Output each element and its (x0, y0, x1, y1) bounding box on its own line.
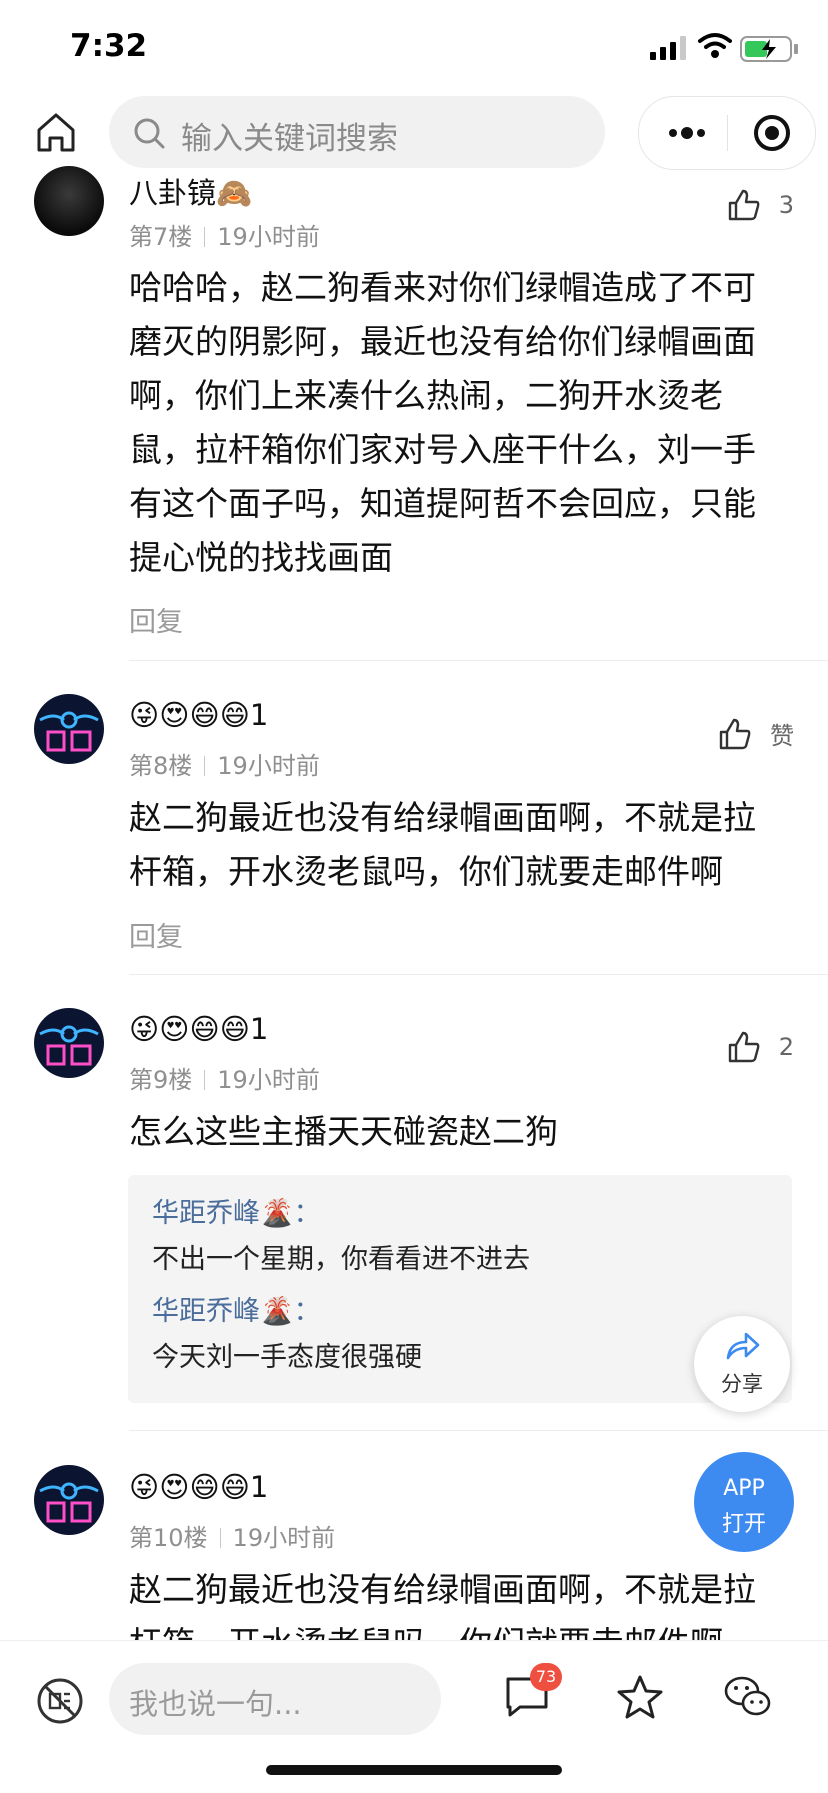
star-icon[interactable] (616, 1673, 664, 1721)
comment-text-line: 哈哈哈，赵二狗看来对你们绿帽造成了不可 (129, 268, 756, 307)
open-app-button[interactable]: APP 打开 (694, 1452, 794, 1552)
cellular-signal-icon (650, 36, 686, 60)
avatar-logo (39, 1482, 99, 1523)
sub-reply-text: 今天刘一手态度很强硬 (152, 1342, 422, 1373)
share-label: 分享 (721, 1372, 763, 1396)
comment-nickname[interactable]: 😜😍😄😄1 (129, 1470, 268, 1504)
comment-text: 怎么这些主播天天碰瓷赵二狗 (129, 1105, 779, 1159)
more-icon[interactable] (665, 119, 709, 147)
comment-divider (129, 660, 828, 661)
share-button[interactable]: 分享 (694, 1316, 790, 1412)
comment-time: 19小时前 (217, 752, 320, 780)
comment-text: 赵二狗最近也没有给绿帽画面啊，不就是拉 杆箱，开水烫老鼠吗，你们就要走邮件啊 (129, 1563, 779, 1640)
like-button[interactable]: 2 (727, 1030, 794, 1064)
comment-text-line: 杆箱，开水烫老鼠吗，你们就要走邮件啊 (129, 852, 723, 891)
like-count: 赞 (770, 722, 794, 750)
comment-count-badge: 73 (530, 1663, 562, 1691)
wechat-icon[interactable] (724, 1675, 772, 1719)
sub-reply-text: 不出一个星期，你看看进不进去 (152, 1244, 530, 1275)
status-time: 7:32 (70, 28, 148, 64)
wifi-icon (698, 33, 732, 58)
avatar-logo (39, 1025, 99, 1066)
comment-text-line: 怎么这些主播天天碰瓷赵二狗 (129, 1112, 558, 1151)
home-icon[interactable] (34, 110, 78, 154)
comment-meta: 第7楼 19小时前 (129, 217, 320, 252)
avatar[interactable] (34, 1465, 104, 1535)
comment-text: 赵二狗最近也没有给绿帽画面啊，不就是拉 杆箱，开水烫老鼠吗，你们就要走邮件啊 (129, 791, 779, 899)
home-indicator (266, 1765, 562, 1775)
comment-text-line: 啊，你们上来凑什么热闹，二狗开水烫老 (129, 376, 723, 415)
comment-text-line: 杆箱，开水烫老鼠吗，你们就要走邮件啊 (129, 1617, 779, 1640)
comment-divider (129, 1430, 828, 1431)
comment-text: 哈哈哈，赵二狗看来对你们绿帽造成了不可 磨灭的阴影阿，最近也没有给你们绿帽画面 … (129, 261, 779, 585)
search-placeholder: 输入关键词搜索 (181, 121, 398, 157)
like-count: 3 (778, 191, 794, 219)
comment-input-placeholder: 我也说一句... (129, 1687, 302, 1721)
search-icon (134, 118, 165, 149)
floor-number: 第9楼 (129, 1066, 193, 1094)
open-app-label-line1: APP (723, 1476, 765, 1501)
reply-button[interactable]: 回复 (129, 915, 183, 954)
share-icon (726, 1332, 760, 1360)
comment-text-line: 赵二狗最近也没有给绿帽画面啊，不就是拉 (129, 798, 756, 837)
floor-number: 第8楼 (129, 752, 193, 780)
sub-replies[interactable]: 华距乔峰🌋： 不出一个星期，你看看进不进去 华距乔峰🌋： 今天刘一手态度很强硬 (128, 1175, 792, 1403)
like-button[interactable]: 3 (727, 188, 794, 222)
comment-nickname[interactable]: 八卦镜🙈 (129, 170, 252, 212)
top-bar: 输入关键词搜索 (0, 94, 828, 172)
comment-input[interactable]: 我也说一句... (109, 1663, 441, 1735)
comment-time: 19小时前 (217, 223, 320, 251)
avatar-logo (39, 711, 99, 752)
open-app-label-line2: 打开 (721, 1512, 766, 1537)
danmaku-off-icon[interactable] (36, 1677, 84, 1725)
thumbs-up-icon (728, 189, 760, 221)
avatar[interactable] (34, 166, 104, 236)
thumbs-up-icon (719, 718, 751, 749)
thumbs-up-icon (728, 1031, 760, 1063)
comment-text-line: 磨灭的阴影阿，最近也没有给你们绿帽画面 (129, 322, 756, 361)
comment-meta: 第8楼 19小时前 (129, 746, 320, 781)
comment-time: 19小时前 (232, 1524, 336, 1552)
miniprogram-capsule (638, 96, 816, 170)
status-bar: 7:32 (0, 0, 828, 94)
avatar[interactable] (34, 1008, 104, 1078)
comment-text-line: 赵二狗最近也没有给绿帽画面啊，不就是拉 (129, 1570, 756, 1609)
battery-charging-icon (740, 36, 798, 62)
close-miniprogram-icon[interactable] (753, 114, 791, 152)
search-bar[interactable]: 输入关键词搜索 (109, 96, 605, 168)
sub-reply-author[interactable]: 华距乔峰🌋： (152, 1289, 321, 1328)
floor-number: 第10楼 (129, 1524, 208, 1552)
reply-button[interactable]: 回复 (129, 600, 183, 639)
comment-nickname[interactable]: 😜😍😄😄1 (129, 1012, 268, 1046)
comment-text-line: 提心悦的找找画面 (129, 538, 393, 577)
sub-reply-author[interactable]: 华距乔峰🌋： (152, 1191, 321, 1230)
comment-nickname[interactable]: 😜😍😄😄1 (129, 698, 268, 732)
floor-number: 第7楼 (129, 223, 193, 251)
comment-divider (129, 974, 828, 975)
comment-text-line: 鼠，拉杆箱你们家对号入座干什么，刘一手 (129, 430, 756, 469)
avatar[interactable] (34, 694, 104, 764)
comment-time: 19小时前 (217, 1066, 320, 1094)
comment-meta: 第9楼 19小时前 (129, 1060, 320, 1095)
like-button[interactable]: 赞 (718, 716, 794, 751)
comment-text-line: 有这个面子吗，知道提阿哲不会回应，只能 (129, 484, 756, 523)
capsule-divider (727, 115, 728, 151)
like-count: 2 (778, 1033, 794, 1061)
bottom-bar: 我也说一句... 73 (0, 1640, 828, 1793)
comment-meta: 第10楼 19小时前 (129, 1518, 335, 1553)
